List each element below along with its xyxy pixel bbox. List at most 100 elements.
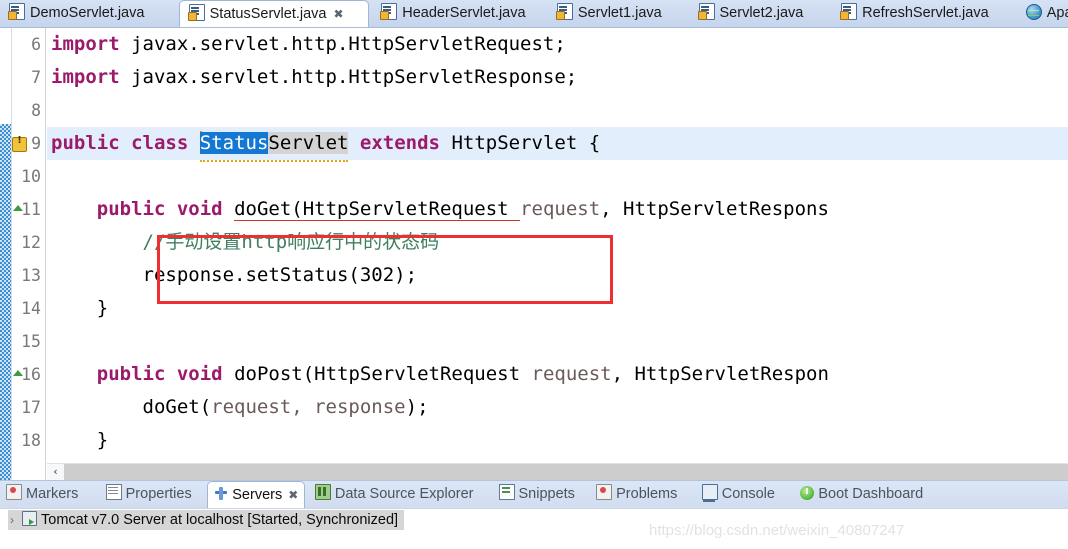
- comment-text: //手动设置http响应行中的状态码: [142, 231, 440, 253]
- code-text-area[interactable]: import javax.servlet.http.HttpServletReq…: [47, 28, 1068, 480]
- change-indicator-bar: [0, 124, 11, 480]
- override-marker-icon[interactable]: [13, 205, 29, 221]
- data-source-icon: [314, 484, 331, 500]
- editor-tab-label: Apa: [1046, 5, 1068, 21]
- line-number: 12: [21, 233, 41, 252]
- server-list-item[interactable]: › Tomcat v7.0 Server at localhost [Starte…: [8, 510, 405, 530]
- line-number: 13: [21, 266, 41, 285]
- scrollbar-thumb[interactable]: [64, 464, 1068, 480]
- code-line-17[interactable]: doGet(request, response);: [47, 391, 1068, 424]
- code-line-7[interactable]: import javax.servlet.http.HttpServletRes…: [47, 61, 1068, 94]
- keyword-extends: extends: [359, 132, 440, 154]
- code-fragment: doGet(HttpServletRequest: [234, 198, 521, 221]
- tab-console[interactable]: Console: [696, 481, 791, 508]
- view-tab-label: Properties: [125, 486, 192, 502]
- java-file-icon: [555, 3, 573, 20]
- watermark: https://blog.csdn.net/weixin_40807247: [649, 522, 905, 539]
- code-line-12[interactable]: //手动设置http响应行中的状态码: [47, 226, 1068, 259]
- editor-tab-label: Servlet1.java: [577, 5, 662, 21]
- code-fragment: }: [96, 297, 109, 319]
- keyword-void: void: [176, 363, 223, 385]
- tab-markers[interactable]: Markers: [0, 481, 96, 508]
- view-tab-label: Markers: [26, 486, 79, 502]
- code-line-9[interactable]: public class StatusServlet extends HttpS…: [47, 127, 1068, 162]
- line-number-gutter[interactable]: 6 7 8 9 10 11 12 13 14 15 16 17 18: [12, 28, 46, 480]
- code-line-13[interactable]: response.setStatus(302);: [47, 259, 1068, 292]
- view-tab-label: Snippets: [518, 486, 575, 502]
- editor-tab-refreshservlet[interactable]: RefreshServlet.java: [832, 0, 1013, 27]
- java-file-icon: [8, 3, 25, 20]
- code-fragment: javax.servlet.http.HttpServletResponse;: [119, 66, 578, 88]
- server-label: Tomcat v7.0 Server at localhost [Started…: [41, 512, 399, 528]
- code-line-18[interactable]: }: [47, 424, 1068, 457]
- globe-icon: [1025, 4, 1042, 20]
- server-icon: [22, 511, 37, 526]
- line-number: 10: [21, 167, 41, 186]
- code-fragment: doPost(HttpServletRequest: [234, 363, 532, 385]
- editor-tab-label: HeaderServlet.java: [402, 5, 526, 21]
- editor-tab-headerservlet[interactable]: HeaderServlet.java: [372, 0, 544, 27]
- tab-servers[interactable]: Servers ✖: [207, 481, 306, 508]
- line-number: 15: [21, 332, 41, 351]
- servers-icon: [214, 487, 228, 501]
- code-line-6[interactable]: import javax.servlet.http.HttpServletReq…: [47, 28, 1068, 61]
- keyword-class: class: [131, 132, 189, 154]
- code-fragment: , HttpServletRespon: [611, 363, 829, 385]
- line-number: 8: [31, 101, 41, 120]
- editor-tab-bar: DemoServlet.java StatusServlet.java ✖ Hea…: [0, 0, 1068, 28]
- code-fragment: javax.servlet.http.HttpServletRequest;: [119, 33, 566, 55]
- console-icon: [701, 484, 718, 502]
- view-tab-label: Console: [721, 486, 775, 502]
- code-line-8[interactable]: [47, 94, 1068, 127]
- scroll-left-icon[interactable]: ‹: [47, 464, 64, 480]
- keyword-public: public: [51, 132, 120, 154]
- editor-tab-demoservlet[interactable]: DemoServlet.java: [0, 0, 175, 27]
- tab-data-source-explorer[interactable]: Data Source Explorer: [309, 481, 489, 508]
- line-number: 18: [21, 431, 41, 450]
- problems-icon: [596, 484, 613, 500]
- servers-view-panel: › Tomcat v7.0 Server at localhost [Starte…: [0, 508, 1068, 530]
- code-fragment: , HttpServletRespons: [600, 198, 829, 220]
- line-number: 14: [21, 299, 41, 318]
- tab-problems[interactable]: Problems: [590, 481, 692, 508]
- java-file-icon: [380, 3, 398, 20]
- properties-icon: [105, 484, 122, 500]
- keyword-public: public: [96, 198, 166, 220]
- java-file-icon: [697, 3, 715, 20]
- keyword-import: import: [51, 33, 120, 55]
- boot-dashboard-icon: [800, 486, 815, 500]
- parameter-args: request, response: [211, 396, 406, 418]
- java-file-icon: [840, 3, 858, 20]
- view-tab-bar: Markers Properties Servers ✖ Data Source …: [0, 480, 1068, 530]
- code-line-10[interactable]: [47, 160, 1068, 193]
- view-tab-strip: Markers Properties Servers ✖ Data Source …: [0, 481, 934, 508]
- code-line-11[interactable]: public void doGet(HttpServletRequest req…: [47, 193, 1068, 226]
- code-line-16[interactable]: public void doPost(HttpServletRequest re…: [47, 358, 1068, 391]
- java-file-icon: [187, 4, 205, 21]
- override-marker-icon[interactable]: [13, 370, 29, 386]
- code-fragment: HttpServlet {: [440, 132, 601, 154]
- view-tab-label: Data Source Explorer: [334, 486, 474, 502]
- editor-tab-servlet2[interactable]: Servlet2.java: [690, 0, 829, 27]
- line-number: 6: [31, 35, 41, 54]
- parameter-request: request: [531, 363, 612, 385]
- code-fragment: }: [96, 429, 109, 451]
- horizontal-scrollbar[interactable]: ‹: [47, 463, 1068, 480]
- close-icon[interactable]: ✖: [288, 488, 298, 502]
- editor-tab-apache[interactable]: Apa: [1017, 0, 1068, 27]
- editor-tab-label: Servlet2.java: [719, 5, 804, 21]
- editor-tab-label: DemoServlet.java: [30, 5, 145, 21]
- selected-text: Status: [199, 132, 269, 154]
- tab-snippets[interactable]: Snippets: [493, 481, 587, 508]
- warning-marker-icon[interactable]: [12, 135, 28, 153]
- tab-properties[interactable]: Properties: [100, 481, 204, 508]
- code-line-15[interactable]: [47, 325, 1068, 358]
- editor-tab-servlet1[interactable]: Servlet1.java: [548, 0, 686, 27]
- code-fragment: );: [405, 396, 429, 418]
- editor-tab-statusservlet[interactable]: StatusServlet.java ✖: [178, 0, 369, 27]
- code-line-14[interactable]: }: [47, 292, 1068, 325]
- tab-boot-dashboard[interactable]: Boot Dashboard: [794, 481, 934, 508]
- close-icon[interactable]: ✖: [334, 1, 344, 27]
- keyword-void: void: [176, 198, 223, 220]
- expand-arrow-icon[interactable]: ›: [10, 510, 22, 530]
